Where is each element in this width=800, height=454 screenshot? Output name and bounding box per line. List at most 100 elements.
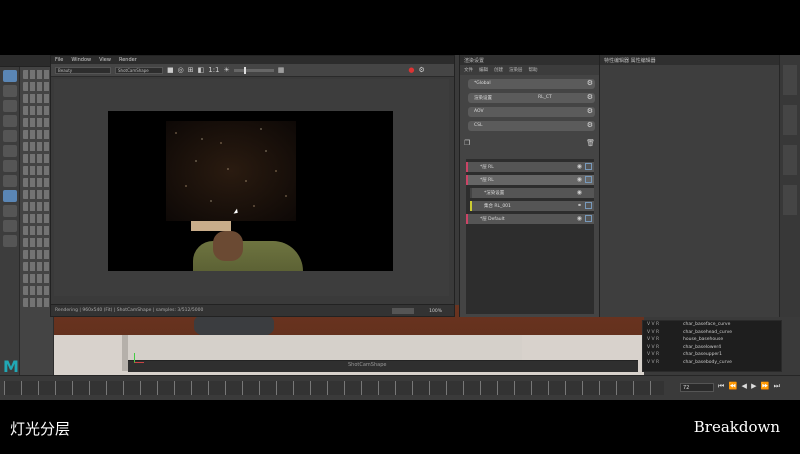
- shelf-item[interactable]: [23, 238, 50, 247]
- layout-single-icon[interactable]: [3, 190, 17, 202]
- shelf-item[interactable]: [23, 298, 50, 307]
- exposure-icon[interactable]: ☀: [224, 66, 230, 74]
- subtitle-left: 灯光分层: [10, 420, 71, 438]
- aov-dropdown[interactable]: Beauty: [55, 66, 111, 74]
- render-layer-collection[interactable]: *渲染设置 ◉: [470, 188, 594, 198]
- scale-tool-icon[interactable]: [3, 145, 17, 157]
- render-layer-item[interactable]: *层 RL ◉: [466, 175, 594, 185]
- show-manip-icon[interactable]: [3, 175, 17, 187]
- render-layer-item[interactable]: *层 RL ◉: [466, 162, 594, 172]
- gear-icon[interactable]: ⚙: [587, 107, 593, 115]
- side-tab[interactable]: [783, 105, 797, 135]
- render-setup-panel: 渲染设置 文件 编辑 创建 渲染层 帮助 *Global ⚙ 渲染设置 RL_C…: [459, 55, 599, 317]
- rs-row-csl[interactable]: CSL ⚙: [468, 121, 595, 131]
- color-mode-icon[interactable]: ▦: [278, 66, 285, 74]
- channel-icon[interactable]: ◧: [198, 66, 205, 74]
- outliner-row[interactable]: V V R char_baselower4: [643, 344, 781, 352]
- camera-dropdown[interactable]: ShotCamShape: [115, 66, 163, 74]
- layout-side-icon[interactable]: [3, 220, 17, 232]
- select-tool-icon[interactable]: [3, 70, 17, 82]
- shelf-item[interactable]: [23, 118, 50, 127]
- layout-four-icon[interactable]: [3, 205, 17, 217]
- paint-tool-icon[interactable]: [3, 100, 17, 112]
- menu-view[interactable]: View: [99, 57, 111, 63]
- region-render-icon[interactable]: ◎: [178, 66, 184, 74]
- eye-icon[interactable]: ◉: [577, 163, 582, 170]
- shelf-item[interactable]: [23, 226, 50, 235]
- outliner-row[interactable]: V V R house_basehouse: [643, 336, 781, 344]
- shelf-item[interactable]: [23, 214, 50, 223]
- outliner-row[interactable]: V V R char_basebody_curve: [643, 359, 781, 367]
- time-slider[interactable]: [4, 381, 664, 395]
- shelf-item[interactable]: [23, 106, 50, 115]
- rs-menu-layers[interactable]: 渲染层: [509, 67, 523, 73]
- shelf-item[interactable]: [23, 154, 50, 163]
- record-icon[interactable]: ●: [408, 66, 414, 74]
- link-icon[interactable]: ⚭: [577, 202, 582, 209]
- rs-row-global[interactable]: *Global ⚙: [468, 79, 595, 89]
- stop-render-icon[interactable]: ■: [167, 66, 174, 74]
- settings-icon[interactable]: ⚙: [419, 66, 425, 74]
- renderable-toggle[interactable]: [585, 163, 592, 170]
- playback-controls[interactable]: ⏮ ⏪ ◀ ▶ ⏩ ⏭: [718, 382, 781, 391]
- gear-icon[interactable]: ⚙: [587, 79, 593, 87]
- shelf-item[interactable]: [23, 202, 50, 211]
- rs-row-aov[interactable]: AOV ⚙: [468, 107, 595, 117]
- rs-row-label: *Global: [474, 81, 491, 86]
- current-frame-field[interactable]: 72: [680, 383, 714, 392]
- menu-render[interactable]: Render: [119, 57, 137, 63]
- shelf-item[interactable]: [23, 250, 50, 259]
- shelf-item[interactable]: [23, 262, 50, 271]
- outliner-row[interactable]: V V R char_baseface_curve: [643, 321, 781, 329]
- outliner-row[interactable]: V V R char_basehead_curve: [643, 329, 781, 337]
- menu-file[interactable]: File: [55, 57, 63, 63]
- shelf-panel: [20, 67, 54, 380]
- rendered-character: [183, 221, 303, 271]
- render-canvas[interactable]: [54, 79, 449, 296]
- eye-icon[interactable]: ◉: [577, 189, 582, 196]
- move-tool-icon[interactable]: [3, 115, 17, 127]
- rs-menu-create[interactable]: 创建: [494, 67, 503, 73]
- rs-menu-file[interactable]: 文件: [464, 67, 473, 73]
- shelf-item[interactable]: [23, 130, 50, 139]
- side-tab[interactable]: [783, 185, 797, 215]
- exposure-slider[interactable]: [233, 66, 274, 74]
- gear-icon[interactable]: ⚙: [587, 121, 593, 129]
- shelf-item[interactable]: [23, 94, 50, 103]
- renderable-toggle[interactable]: [585, 176, 592, 183]
- renderable-toggle[interactable]: [585, 202, 592, 209]
- shelf-item[interactable]: [23, 190, 50, 199]
- zoom-slider[interactable]: [392, 308, 414, 314]
- rs-layer-toolbar: ❐ 🗑: [464, 139, 595, 149]
- shelf-item[interactable]: [23, 274, 50, 283]
- renderable-toggle[interactable]: [585, 215, 592, 222]
- rs-menu-edit[interactable]: 编辑: [479, 67, 488, 73]
- add-layer-icon[interactable]: ❐: [464, 139, 470, 149]
- lasso-tool-icon[interactable]: [3, 85, 17, 97]
- rs-row-render-settings[interactable]: 渲染设置 RL_CT ⚙: [468, 93, 595, 103]
- render-layer-collection[interactable]: 集合 RL_001 ⚭: [470, 201, 594, 211]
- eye-icon[interactable]: ◉: [577, 176, 582, 183]
- side-tab[interactable]: [783, 65, 797, 95]
- shelf-item[interactable]: [23, 178, 50, 187]
- rs-menu-help[interactable]: 帮助: [529, 67, 538, 73]
- shelf-item[interactable]: [23, 82, 50, 91]
- delete-layer-icon[interactable]: 🗑: [586, 139, 595, 149]
- side-tab[interactable]: [783, 145, 797, 175]
- rotate-tool-icon[interactable]: [3, 130, 17, 142]
- render-layer-item[interactable]: *层 Default ◉: [466, 214, 594, 224]
- gear-icon[interactable]: ⚙: [587, 93, 593, 101]
- soft-mod-icon[interactable]: [3, 160, 17, 172]
- shelf-item[interactable]: [23, 286, 50, 295]
- ratio-label[interactable]: 1:1: [208, 66, 219, 74]
- outliner-row[interactable]: V V R char_baseupper1: [643, 351, 781, 359]
- snapshot-icon[interactable]: ⊞: [188, 66, 194, 74]
- eye-icon[interactable]: ◉: [577, 215, 582, 222]
- shelf-item[interactable]: [23, 142, 50, 151]
- menu-window[interactable]: Window: [71, 57, 91, 63]
- render-setup-menu: 文件 编辑 创建 渲染层 帮助: [460, 65, 599, 75]
- rendered-image[interactable]: [108, 111, 393, 271]
- layout-outliner-icon[interactable]: [3, 235, 17, 247]
- shelf-item[interactable]: [23, 70, 50, 79]
- shelf-item[interactable]: [23, 166, 50, 175]
